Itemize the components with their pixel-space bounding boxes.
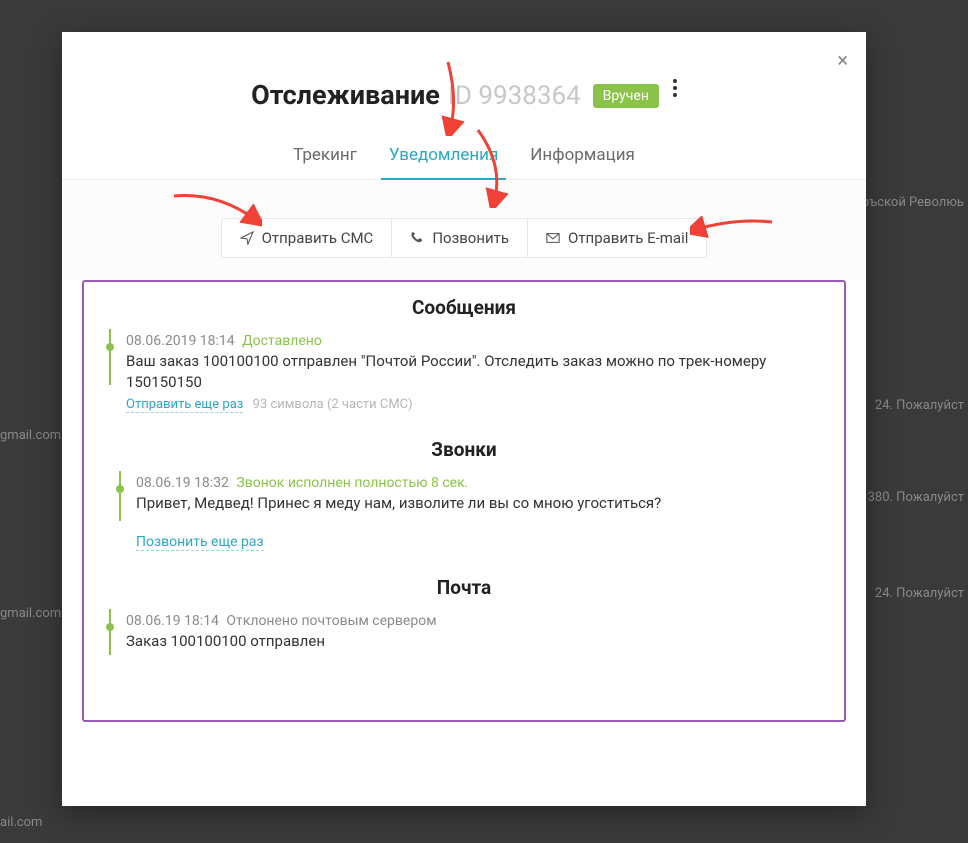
sms-timestamp: 08.06.2019 18:14 xyxy=(126,333,235,349)
notifications-log: Сообщения 08.06.2019 18:14 Доставлено Ва… xyxy=(82,280,846,722)
section-mail-title: Почта xyxy=(106,576,822,599)
mail-meta: 08.06.19 18:14 Отклонено почтовым сервер… xyxy=(126,613,822,629)
bg-fragment: 24. Пожалуйст xyxy=(875,398,964,413)
mail-status: Отклонено почтовым сервером xyxy=(226,613,436,629)
call-label: Позвонить xyxy=(432,229,509,247)
send-email-label: Отправить E-mail xyxy=(568,229,688,247)
mail-log-item: 08.06.19 18:14 Отклонено почтовым сервер… xyxy=(106,613,822,652)
timeline-line xyxy=(119,493,121,521)
sms-status: Доставлено xyxy=(242,333,322,349)
send-sms-button[interactable]: Отправить СМС xyxy=(222,219,393,257)
section-messages-title: Сообщения xyxy=(106,296,822,319)
resend-sms-link[interactable]: Отправить еще раз xyxy=(126,397,243,413)
call-button[interactable]: Позвонить xyxy=(392,219,528,257)
send-sms-label: Отправить СМС xyxy=(262,229,374,247)
call-body: Привет, Медвед! Принес я меду нам, извол… xyxy=(136,493,822,514)
bg-fragment: ail.com xyxy=(0,815,42,830)
timeline-line xyxy=(109,351,111,385)
kebab-menu-icon[interactable] xyxy=(673,76,677,100)
tab-notifications[interactable]: Уведомления xyxy=(375,135,513,179)
call-log-item: 08.06.19 18:32 Звонок исполнен полностью… xyxy=(106,475,822,514)
order-id: ID 9938364 xyxy=(448,81,581,111)
close-icon[interactable]: × xyxy=(837,50,848,70)
call-timestamp: 08.06.19 18:32 xyxy=(136,475,229,491)
page-title: Отслеживание xyxy=(251,79,440,111)
redial-link[interactable]: Позвонить еще раз xyxy=(136,534,264,551)
tab-tracking[interactable]: Трекинг xyxy=(279,135,371,179)
bg-fragment: gmail.com xyxy=(0,606,61,621)
sms-body: Ваш заказ 100100100 отправлен "Почтой Ро… xyxy=(126,351,822,393)
sms-subrow: Отправить еще раз 93 символа (2 части СМ… xyxy=(126,397,822,412)
timeline-line xyxy=(109,609,111,623)
bg-fragment: gmail.com xyxy=(0,428,61,443)
tracking-modal: × Отслеживание ID 9938364 Вручен Трекинг… xyxy=(62,32,866,806)
sms-stats: 93 символа (2 части СМС) xyxy=(253,397,413,412)
paper-plane-icon xyxy=(240,231,254,245)
send-email-button[interactable]: Отправить E-mail xyxy=(528,219,706,257)
sms-log-item: 08.06.2019 18:14 Доставлено Ваш заказ 10… xyxy=(106,333,822,412)
sms-meta: 08.06.2019 18:14 Доставлено xyxy=(126,333,822,349)
timeline-dot-icon xyxy=(106,623,114,631)
timeline-line xyxy=(109,329,111,343)
redial-row: Позвонить еще раз xyxy=(136,534,822,550)
notification-actions: Отправить СМС Позвонить Отправить E-mail xyxy=(62,180,866,280)
timeline-line xyxy=(109,631,111,655)
call-meta: 08.06.19 18:32 Звонок исполнен полностью… xyxy=(136,475,822,491)
tab-info[interactable]: Информация xyxy=(516,135,649,179)
section-calls-title: Звонки xyxy=(106,438,822,461)
timeline-line xyxy=(119,471,121,485)
bg-fragment: 24. Пожалуйст xyxy=(875,586,964,601)
mail-timestamp: 08.06.19 18:14 xyxy=(126,613,219,629)
timeline-dot-icon xyxy=(106,343,114,351)
action-button-group: Отправить СМС Позвонить Отправить E-mail xyxy=(221,218,708,258)
tabs-bar: Трекинг Уведомления Информация xyxy=(62,135,866,180)
mail-body: Заказ 100100100 отправлен xyxy=(126,631,822,652)
call-status: Звонок исполнен полностью 8 сек. xyxy=(236,475,468,491)
timeline-dot-icon xyxy=(116,485,124,493)
phone-icon xyxy=(410,231,424,245)
modal-header: Отслеживание ID 9938364 Вручен xyxy=(62,32,866,111)
status-badge: Вручен xyxy=(593,84,659,108)
bg-fragment: 380. Пожалуйст xyxy=(868,490,964,505)
bg-fragment: бръской Революь xyxy=(855,195,964,210)
envelope-icon xyxy=(546,231,560,245)
